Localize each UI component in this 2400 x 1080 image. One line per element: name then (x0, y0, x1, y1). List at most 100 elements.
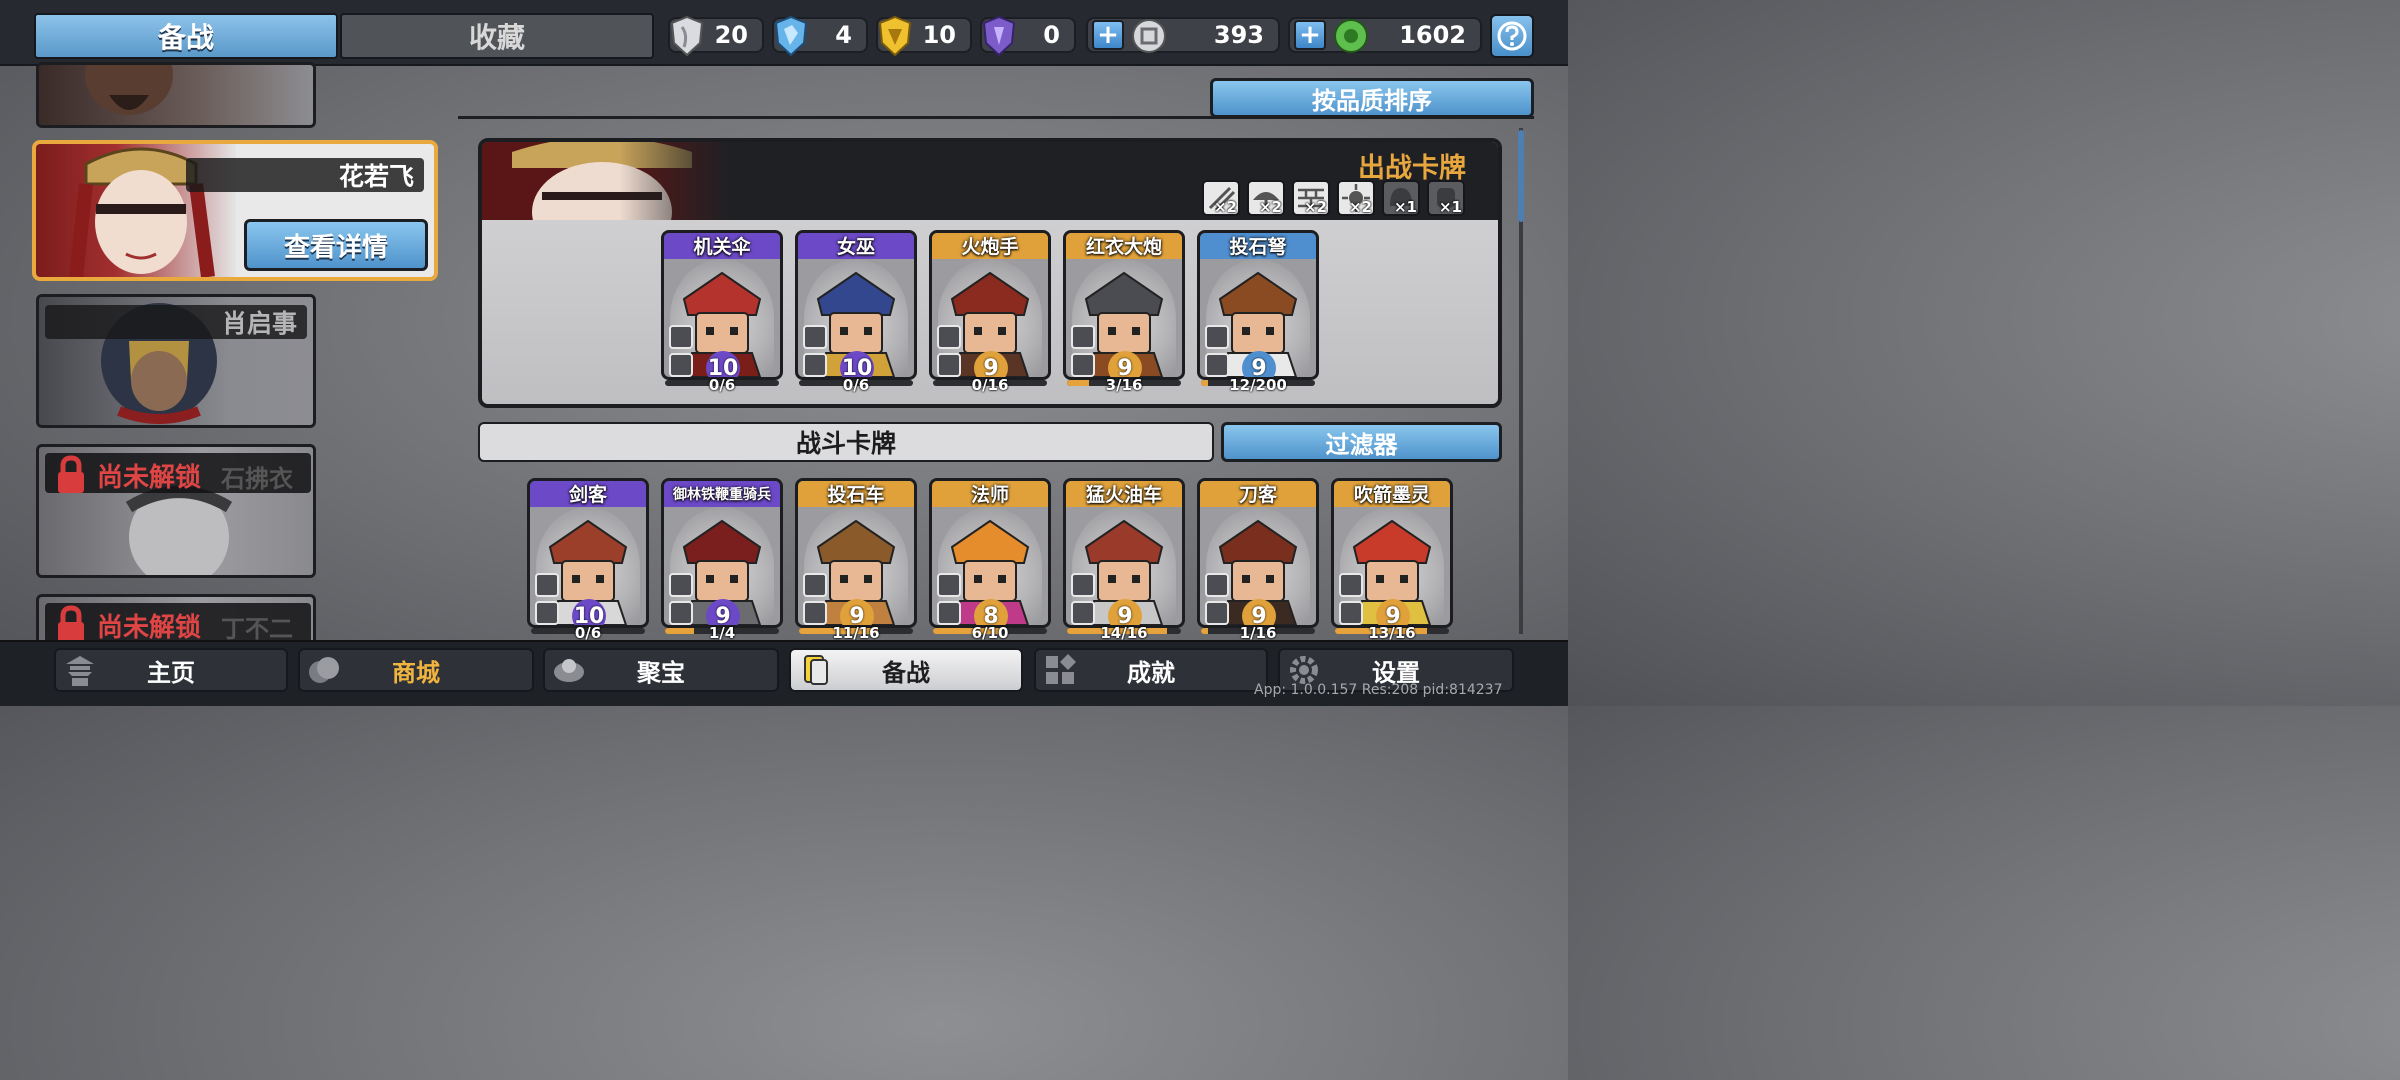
buff-multiplier: ×2 (1258, 198, 1282, 216)
trait-icon (669, 353, 693, 377)
card-icon (804, 655, 828, 685)
hero-card-selected[interactable]: 花若飞 查看详情 (32, 140, 438, 281)
hero-card[interactable]: 肖启事 (36, 294, 316, 428)
add-silver-button[interactable]: + (1092, 20, 1124, 50)
trait-icon (1205, 601, 1229, 625)
question-icon (1497, 21, 1527, 51)
hero-card-locked[interactable]: 尚未解锁 丁不二 (36, 594, 316, 646)
buff-umbrella: ×2 (1247, 180, 1285, 216)
card-name: 猛火油车 (1085, 484, 1162, 506)
card-name: 女巫 (836, 236, 875, 258)
unit-card[interactable]: 火炮手 9 0/16 (929, 230, 1051, 393)
locked-label: 尚未解锁 (97, 613, 202, 643)
resource-value: 393 (1213, 21, 1264, 49)
hero-card-locked[interactable]: 尚未解锁 石拂衣 (36, 444, 316, 578)
nav-treasure[interactable]: 聚宝 (543, 648, 779, 692)
skill-icon (1205, 573, 1229, 597)
lock-banner: 尚未解锁 石拂衣 (45, 453, 311, 493)
unit-card[interactable]: 红衣大炮 9 3/16 (1063, 230, 1185, 393)
nav-achievements[interactable]: 成就 (1034, 648, 1268, 692)
card-progress: 3/16 (1105, 376, 1143, 394)
card-frame: 女巫 10 (795, 230, 917, 380)
lock-icon (58, 605, 84, 643)
unit-card[interactable]: 法师 8 6/10 (929, 478, 1051, 641)
filter-button[interactable]: 过滤器 (1221, 422, 1502, 462)
resource-silver-coin: + 393 (1086, 17, 1280, 53)
tab-prepare[interactable]: 备战 (34, 13, 338, 59)
unit-card[interactable]: 吹箭墨灵 9 13/16 (1331, 478, 1453, 641)
unit-card[interactable]: 女巫 10 0/6 (795, 230, 917, 393)
buff-multiplier: ×2 (1303, 198, 1327, 216)
add-jade-button[interactable]: + (1294, 20, 1326, 50)
resource-value: 10 (922, 21, 956, 49)
card-name: 刀客 (1238, 484, 1277, 506)
card-progress: 11/16 (832, 624, 880, 642)
blocks-icon (1046, 654, 1076, 684)
unit-card[interactable]: 猛火油车 9 14/16 (1063, 478, 1185, 641)
tab-collection[interactable]: 收藏 (340, 13, 654, 59)
card-progress: 6/10 (971, 624, 1009, 642)
gold-shield-icon (878, 15, 912, 57)
scrollbar-thumb[interactable] (1518, 130, 1524, 222)
buff-arrows: ×2 (1202, 180, 1240, 216)
unit-card[interactable]: 御林铁鞭重骑兵 9 1/4 (661, 478, 783, 641)
silver-coin-icon (1132, 19, 1166, 53)
help-button[interactable] (1490, 14, 1534, 58)
resource-purple-crystal: 0 (980, 15, 1076, 57)
card-frame: 刀客 9 (1197, 478, 1319, 628)
skill-icon (669, 573, 693, 597)
trait-icon (803, 601, 827, 625)
unit-card[interactable]: 投石车 9 11/16 (795, 478, 917, 641)
nav-prepare[interactable]: 备战 (789, 648, 1023, 692)
buff-multiplier: ×1 (1393, 198, 1417, 216)
hero-entry-partial[interactable] (36, 62, 316, 128)
card-frame: 御林铁鞭重骑兵 9 (661, 478, 783, 628)
card-name: 红衣大炮 (1085, 236, 1162, 258)
skill-icon (1071, 325, 1095, 349)
skill-icon (669, 325, 693, 349)
card-frame: 剑客 10 (527, 478, 649, 628)
card-name: 御林铁鞭重骑兵 (673, 487, 771, 503)
resource-gold-shield: 10 (876, 15, 972, 57)
buff-wall: ×2 (1292, 180, 1330, 216)
unit-card[interactable]: 机关伞 10 0/6 (661, 230, 783, 393)
resource-jade-coin: + 1602 (1288, 17, 1482, 53)
card-progress: 0/6 (708, 376, 736, 394)
trait-icon (1071, 601, 1095, 625)
nav-shop[interactable]: 商城 (298, 648, 534, 692)
silver-shield-icon (670, 15, 704, 57)
card-frame: 机关伞 10 (661, 230, 783, 380)
hero-portrait (85, 65, 173, 115)
hero-name: 花若飞 (186, 158, 424, 192)
card-name: 投石弩 (1229, 236, 1287, 258)
card-name: 吹箭墨灵 (1353, 484, 1430, 506)
resource-blue-crystal: 4 (772, 15, 868, 57)
card-progress: 14/16 (1100, 624, 1148, 642)
hero-name: 肖启事 (45, 305, 307, 339)
card-progress: 0/6 (842, 376, 870, 394)
card-frame: 猛火油车 9 (1063, 478, 1185, 628)
resource-value: 20 (714, 21, 748, 49)
resource-value: 4 (835, 21, 852, 49)
skill-icon (803, 573, 827, 597)
resource-silver-shield: 20 (668, 15, 764, 57)
unit-card[interactable]: 剑客 10 0/6 (527, 478, 649, 641)
sort-by-quality-button[interactable]: 按品质排序 (1210, 78, 1534, 118)
unit-card[interactable]: 投石弩 9 12/200 (1197, 230, 1319, 393)
buff-helmet: ×1 (1382, 180, 1420, 216)
view-details-button[interactable]: 查看详情 (244, 219, 428, 271)
pagoda-icon (66, 656, 94, 686)
card-name: 火炮手 (961, 236, 1019, 258)
card-progress: 0/16 (971, 376, 1009, 394)
jade-coin-icon (1334, 19, 1368, 53)
unit-card[interactable]: 刀客 9 1/16 (1197, 478, 1319, 641)
nav-home[interactable]: 主页 (54, 648, 288, 692)
buff-multiplier: ×1 (1438, 198, 1462, 216)
buff-mask: ×1 (1427, 180, 1465, 216)
nav-label: 商城 (392, 658, 440, 687)
blue-crystal-icon (774, 15, 808, 57)
coins-icon (309, 657, 339, 683)
nav-label: 成就 (1127, 658, 1175, 687)
nav-label: 备战 (882, 658, 930, 687)
trait-icon (535, 601, 559, 625)
